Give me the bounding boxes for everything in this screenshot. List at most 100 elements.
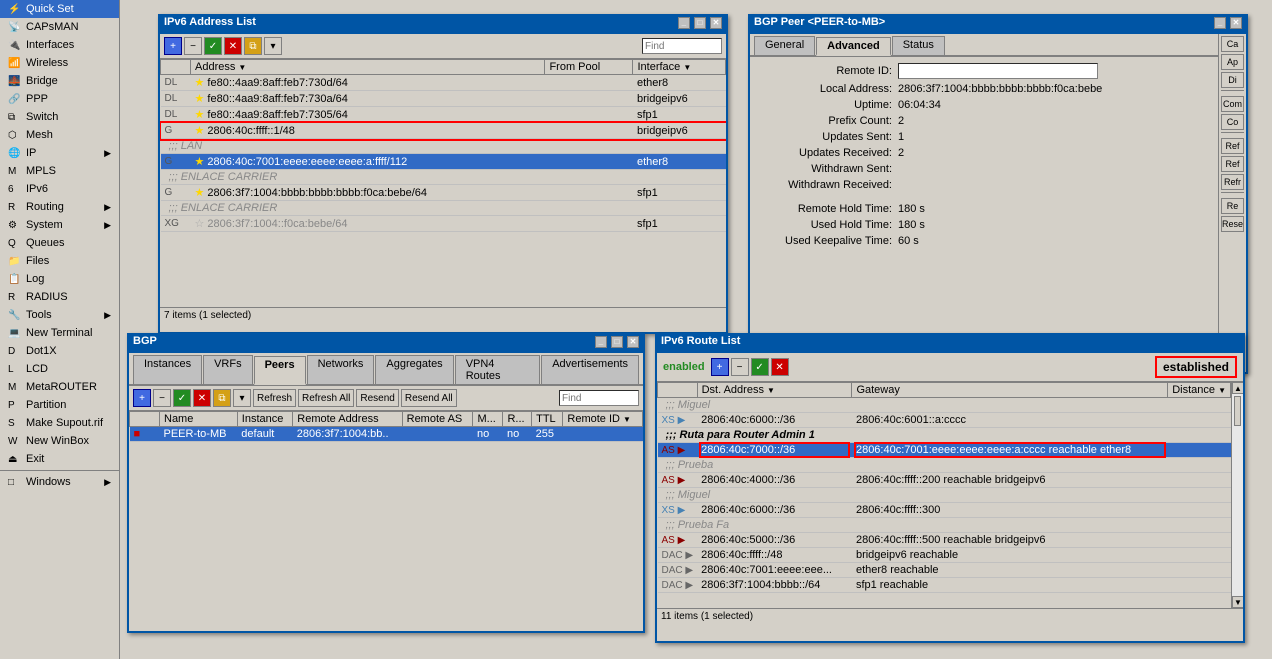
disable-btn[interactable]: ✕ bbox=[224, 37, 242, 55]
sidebar-item-interfaces[interactable]: 🔌 Interfaces bbox=[0, 36, 119, 54]
sidebar-item-mpls[interactable]: M MPLS bbox=[0, 162, 119, 180]
scroll-up-btn[interactable]: ▲ bbox=[1232, 382, 1243, 394]
right-btn-ref2[interactable]: Ref bbox=[1221, 156, 1244, 172]
ipv6-address-status: 7 items (1 selected) bbox=[160, 307, 726, 323]
sidebar-item-dot1x[interactable]: D Dot1X bbox=[0, 342, 119, 360]
addr-table-row[interactable]: G ★ 2806:40c:ffff::1/48 bridgeipv6 bbox=[161, 123, 726, 139]
sidebar-item-quick-set[interactable]: ⚡ Quick Set bbox=[0, 0, 119, 18]
bgp-enable-btn[interactable]: ✓ bbox=[173, 389, 191, 407]
sidebar-item-bridge[interactable]: 🌉 Bridge bbox=[0, 72, 119, 90]
route-table-row[interactable]: DAC ▶ 2806:40c:7001:eeee:eee... ether8 r… bbox=[658, 563, 1231, 578]
tab-peers[interactable]: Peers bbox=[254, 356, 306, 385]
route-table-row[interactable]: DAC ▶ 2806:3f7:1004:bbbb::/64 sfp1 reach… bbox=[658, 578, 1231, 593]
tab-networks[interactable]: Networks bbox=[307, 355, 375, 384]
tab-advanced[interactable]: Advanced bbox=[816, 37, 891, 56]
right-btn-ca[interactable]: Ca bbox=[1221, 36, 1244, 52]
sidebar-item-ipv6[interactable]: 6 IPv6 bbox=[0, 180, 119, 198]
sidebar-item-log[interactable]: 📋 Log bbox=[0, 270, 119, 288]
route-table-row[interactable]: DAC ▶ 2806:40c:ffff::/48 bridgeipv6 reac… bbox=[658, 548, 1231, 563]
addr-table-row[interactable]: DL ★ fe80::4aa9:8aff:feb7:730d/64 ether8 bbox=[161, 75, 726, 91]
addr-table-row[interactable]: DL ★ fe80::4aa9:8aff:feb7:730a/64 bridge… bbox=[161, 91, 726, 107]
right-btn-ref1[interactable]: Ref bbox=[1221, 138, 1244, 154]
add-btn[interactable]: + bbox=[164, 37, 182, 55]
sidebar-item-windows[interactable]: □ Windows ▶ bbox=[0, 473, 119, 491]
sidebar-item-wireless[interactable]: 📶 Wireless bbox=[0, 54, 119, 72]
tab-status[interactable]: Status bbox=[892, 36, 945, 55]
sidebar-item-tools[interactable]: 🔧 Tools ▶ bbox=[0, 306, 119, 324]
sidebar-item-mesh[interactable]: ⬡ Mesh bbox=[0, 126, 119, 144]
right-btn-com[interactable]: Com bbox=[1221, 96, 1244, 112]
tab-aggregates[interactable]: Aggregates bbox=[375, 355, 453, 384]
sidebar-item-switch[interactable]: ⧉ Switch bbox=[0, 108, 119, 126]
tab-vpn4-routes[interactable]: VPN4 Routes bbox=[455, 355, 541, 384]
tab-instances[interactable]: Instances bbox=[133, 355, 202, 384]
tab-general[interactable]: General bbox=[754, 36, 815, 55]
find-input[interactable] bbox=[642, 38, 722, 54]
route-table-row[interactable]: XS ▶ 2806:40c:6000::/36 2806:40c:6001::a… bbox=[658, 413, 1231, 428]
addr-table-row[interactable]: G ★ 2806:3f7:1004:bbbb:bbbb:bbbb:f0ca:be… bbox=[161, 185, 726, 201]
right-btn-re[interactable]: Re bbox=[1221, 198, 1244, 214]
sidebar-item-ip[interactable]: 🌐 IP ▶ bbox=[0, 144, 119, 162]
bgp-copy-btn[interactable]: ⧉ bbox=[213, 389, 231, 407]
right-btn-co[interactable]: Co bbox=[1221, 114, 1244, 130]
filter-btn[interactable]: ▾ bbox=[264, 37, 282, 55]
win-minimize-btn[interactable]: _ bbox=[678, 17, 690, 29]
sidebar-item-files[interactable]: 📁 Files bbox=[0, 252, 119, 270]
sidebar-item-metarouter[interactable]: M MetaROUTER bbox=[0, 378, 119, 396]
route-table-row[interactable]: XS ▶ 2806:40c:6000::/36 2806:40c:ffff::3… bbox=[658, 503, 1231, 518]
sidebar-item-new-terminal[interactable]: 💻 New Terminal bbox=[0, 324, 119, 342]
bgp-find-input[interactable] bbox=[559, 390, 639, 406]
remove-btn[interactable]: − bbox=[184, 37, 202, 55]
bgp-add-btn[interactable]: + bbox=[133, 389, 151, 407]
sidebar-item-lcd[interactable]: L LCD bbox=[0, 360, 119, 378]
bgp-remove-btn[interactable]: − bbox=[153, 389, 171, 407]
right-btn-rese[interactable]: Rese bbox=[1221, 216, 1244, 232]
bgp-maximize-btn[interactable]: □ bbox=[611, 336, 623, 348]
sidebar-item-exit[interactable]: ⏏ Exit bbox=[0, 450, 119, 468]
win-close-btn[interactable]: ✕ bbox=[710, 17, 722, 29]
route-disable-btn[interactable]: ✕ bbox=[771, 358, 789, 376]
win-maximize-btn[interactable]: □ bbox=[694, 17, 706, 29]
bgp-peer-row[interactable]: ■ PEER-to-MB default 2806:3f7:1004:bb.. … bbox=[130, 427, 643, 442]
scroll-down-btn[interactable]: ▼ bbox=[1232, 596, 1243, 608]
addr-table-row[interactable]: DL ★ fe80::4aa9:8aff:feb7:7305/64 sfp1 bbox=[161, 107, 726, 123]
copy-btn[interactable]: ⧉ bbox=[244, 37, 262, 55]
bgp-resend-btn[interactable]: Resend bbox=[356, 389, 398, 407]
route-add-btn[interactable]: + bbox=[711, 358, 729, 376]
route-table-row[interactable]: AS ▶ 2806:40c:4000::/36 2806:40c:ffff::2… bbox=[658, 473, 1231, 488]
addr-group-row: ;;; ENLACE CARRIER bbox=[161, 170, 726, 185]
bgp-minimize-btn[interactable]: _ bbox=[595, 336, 607, 348]
right-btn-ap[interactable]: Ap bbox=[1221, 54, 1244, 70]
sidebar-item-ppp[interactable]: 🔗 PPP bbox=[0, 90, 119, 108]
route-remove-btn[interactable]: − bbox=[731, 358, 749, 376]
sidebar-item-make-supout[interactable]: S Make Supout.rif bbox=[0, 414, 119, 432]
bgp-resend-all-btn[interactable]: Resend All bbox=[401, 389, 457, 407]
route-enable-btn[interactable]: ✓ bbox=[751, 358, 769, 376]
bgp-disable-btn[interactable]: ✕ bbox=[193, 389, 211, 407]
right-btn-di[interactable]: Di bbox=[1221, 72, 1244, 88]
right-btn-refr[interactable]: Refr bbox=[1221, 174, 1244, 190]
bgp-refresh-all-btn[interactable]: Refresh All bbox=[298, 389, 354, 407]
bgp-peer-close-btn[interactable]: ✕ bbox=[1230, 17, 1242, 29]
addr-table-row[interactable]: G ★ 2806:40c:7001:eeee:eeee:eeee:a:ffff/… bbox=[161, 154, 726, 170]
enable-btn[interactable]: ✓ bbox=[204, 37, 222, 55]
bgp-close-btn[interactable]: ✕ bbox=[627, 336, 639, 348]
route-table-row[interactable]: AS ▶ 2806:40c:7000::/36 2806:40c:7001:ee… bbox=[658, 443, 1231, 458]
sidebar-item-partition[interactable]: P Partition bbox=[0, 396, 119, 414]
route-table-row[interactable]: AS ▶ 2806:40c:5000::/36 2806:40c:ffff::5… bbox=[658, 533, 1231, 548]
bgp-refresh-btn[interactable]: Refresh bbox=[253, 389, 296, 407]
sidebar-item-capsman[interactable]: 📡 CAPsMAN bbox=[0, 18, 119, 36]
sidebar-item-system[interactable]: ⚙ System ▶ bbox=[0, 216, 119, 234]
route-scrollbar[interactable]: ▲ ▼ bbox=[1231, 382, 1243, 608]
sidebar-item-queues[interactable]: Q Queues bbox=[0, 234, 119, 252]
remote-id-input[interactable] bbox=[898, 63, 1098, 79]
sidebar-item-routing[interactable]: R Routing ▶ bbox=[0, 198, 119, 216]
row-address-cell: ★ 2806:40c:7001:eeee:eeee:eeee:a:ffff/11… bbox=[191, 154, 545, 170]
bgp-filter-btn[interactable]: ▾ bbox=[233, 389, 251, 407]
tab-vrfs[interactable]: VRFs bbox=[203, 355, 253, 384]
bgp-peer-minimize-btn[interactable]: _ bbox=[1214, 17, 1226, 29]
tab-advertisements[interactable]: Advertisements bbox=[541, 355, 639, 384]
addr-table-row[interactable]: XG ☆ 2806:3f7:1004::f0ca:bebe/64 sfp1 bbox=[161, 216, 726, 232]
sidebar-item-new-winbox[interactable]: W New WinBox bbox=[0, 432, 119, 450]
sidebar-item-radius[interactable]: R RADIUS bbox=[0, 288, 119, 306]
